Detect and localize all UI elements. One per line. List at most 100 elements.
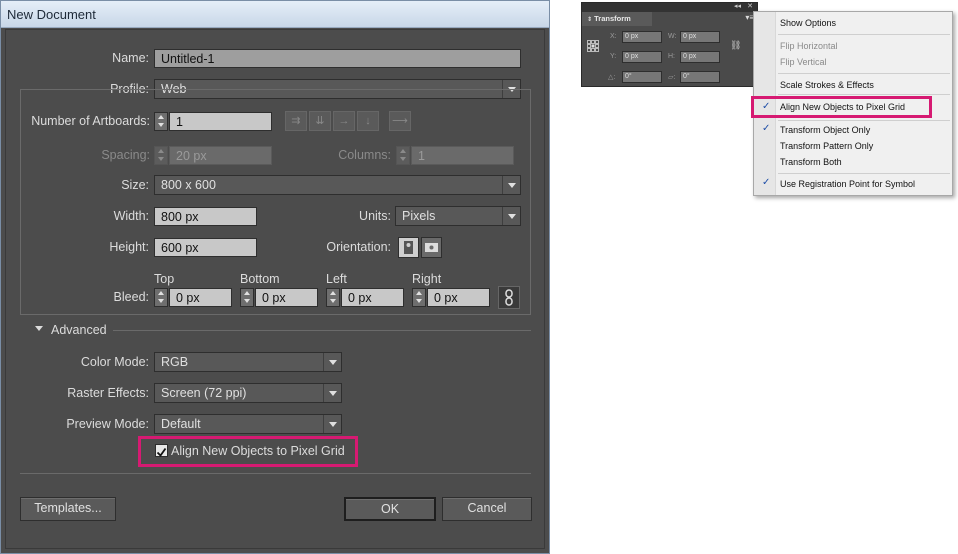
spacing-field[interactable]: 20 px <box>169 146 272 165</box>
advanced-label[interactable]: Advanced <box>51 323 107 337</box>
menu-separator <box>778 120 950 121</box>
reference-point-icon[interactable] <box>587 39 599 52</box>
bleed-bottom-field[interactable]: 0 px <box>255 288 318 307</box>
dialog-title: New Document <box>7 7 96 22</box>
x-field[interactable]: 0 px <box>622 31 662 43</box>
panel-header[interactable]: ◂◂ ✕ <box>582 3 757 12</box>
spacing-label: Spacing: <box>101 148 150 162</box>
y-label: Y: <box>610 53 617 60</box>
check-icon: ✓ <box>762 101 771 112</box>
bleed-label: Bleed: <box>113 290 149 304</box>
tab-arrows-icon: ⇕ <box>587 17 593 23</box>
name-field[interactable]: Untitled-1 <box>154 49 521 68</box>
chevron-down-icon <box>502 207 520 225</box>
menu-item-scale-strokes[interactable]: Scale Strokes & Effects <box>780 80 874 90</box>
advanced-toggle-icon[interactable] <box>35 326 43 331</box>
preview-mode-label: Preview Mode: <box>66 417 149 431</box>
color-mode-value: RGB <box>161 355 189 369</box>
close-icon[interactable]: ✕ <box>747 2 753 10</box>
w-field[interactable]: 0 px <box>680 31 720 43</box>
menu-item-show-options[interactable]: Show Options <box>780 18 836 28</box>
transform-panel-menu: Show Options Flip Horizontal Flip Vertic… <box>751 11 953 196</box>
raster-effects-dropdown[interactable]: Screen (72 ppi) <box>154 383 342 403</box>
menu-separator <box>778 94 950 95</box>
chevron-down-icon <box>323 384 341 402</box>
color-mode-dropdown[interactable]: RGB <box>154 352 342 372</box>
portrait-orientation-icon[interactable] <box>398 237 419 258</box>
rotate-icon: △: <box>608 74 616 81</box>
menu-item-align-pixel-grid[interactable]: Align New Objects to Pixel Grid <box>780 102 905 112</box>
cancel-button[interactable]: Cancel <box>442 497 532 521</box>
size-dropdown[interactable]: 800 x 600 <box>154 175 521 195</box>
templates-button[interactable]: Templates... <box>20 497 116 521</box>
w-label: W: <box>668 33 677 40</box>
bottom-divider <box>20 473 531 474</box>
bleed-right-field[interactable]: 0 px <box>427 288 490 307</box>
check-icon: ✓ <box>762 123 771 134</box>
x-label: X: <box>610 33 617 40</box>
width-label: Width: <box>113 209 149 223</box>
grid-by-row-icon[interactable]: ⇉ <box>285 111 307 131</box>
units-dropdown[interactable]: Pixels <box>395 206 521 226</box>
right-to-left-icon[interactable]: ⟶ <box>389 111 411 131</box>
chevron-down-icon <box>323 353 341 371</box>
height-label: Height: <box>109 240 149 254</box>
y-field[interactable]: 0 px <box>622 51 662 63</box>
align-pixel-grid-checkbox[interactable] <box>155 444 168 457</box>
preview-mode-dropdown[interactable]: Default <box>154 414 342 434</box>
orientation-label: Orientation: <box>326 240 391 254</box>
bleed-left-field[interactable]: 0 px <box>341 288 404 307</box>
menu-separator <box>778 73 950 74</box>
arrange-by-row-icon[interactable]: → <box>333 111 355 131</box>
title-bar[interactable]: New Document <box>1 1 549 28</box>
bleed-left-label: Left <box>326 272 347 286</box>
arrange-by-column-icon[interactable]: ↓ <box>357 111 379 131</box>
bleed-top-field[interactable]: 0 px <box>169 288 232 307</box>
constrain-proportions-icon[interactable]: ⛓ <box>730 40 741 51</box>
artboards-field[interactable]: 1 <box>169 112 272 131</box>
name-label: Name: <box>112 51 149 65</box>
menu-item-flip-vertical[interactable]: Flip Vertical <box>780 57 827 67</box>
bleed-left-stepper[interactable] <box>326 288 340 307</box>
link-bleed-icon[interactable] <box>498 286 520 309</box>
new-document-dialog: New Document Name: Untitled-1 Profile: W… <box>0 0 550 554</box>
units-value: Pixels <box>402 209 436 223</box>
preview-mode-value: Default <box>161 417 201 431</box>
bleed-top-stepper[interactable] <box>154 288 168 307</box>
menu-item-transform-pattern-only[interactable]: Transform Pattern Only <box>780 141 873 151</box>
height-field[interactable]: 600 px <box>154 238 257 257</box>
check-icon: ✓ <box>762 177 771 188</box>
chevron-down-icon <box>323 415 341 433</box>
landscape-orientation-icon[interactable] <box>421 237 442 258</box>
shear-icon: ▱: <box>668 74 676 81</box>
transform-tab[interactable]: ⇕ Transform <box>582 12 652 26</box>
columns-field[interactable]: 1 <box>411 146 514 165</box>
bleed-bottom-stepper[interactable] <box>240 288 254 307</box>
menu-item-transform-both[interactable]: Transform Both <box>780 157 842 167</box>
menu-item-flip-horizontal[interactable]: Flip Horizontal <box>780 41 838 51</box>
h-field[interactable]: 0 px <box>680 51 720 63</box>
shear-field[interactable]: 0° <box>680 71 720 83</box>
size-value: 800 x 600 <box>161 178 216 192</box>
ok-button[interactable]: OK <box>344 497 436 521</box>
transform-panel: ◂◂ ✕ ⇕ Transform ▾≡ X: 0 px Y: 0 px W: 0… <box>581 2 758 87</box>
transform-tab-label: Transform <box>594 14 631 23</box>
artboards-label: Number of Artboards: <box>31 114 150 128</box>
bleed-top-label: Top <box>154 272 175 286</box>
menu-item-use-registration-point[interactable]: Use Registration Point for Symbol <box>780 179 915 189</box>
bleed-right-stepper[interactable] <box>412 288 426 307</box>
columns-stepper[interactable] <box>396 146 410 165</box>
color-mode-label: Color Mode: <box>80 355 149 369</box>
units-label: Units: <box>359 209 391 223</box>
align-pixel-grid-label[interactable]: Align New Objects to Pixel Grid <box>171 444 345 458</box>
width-field[interactable]: 800 px <box>154 207 257 226</box>
spacing-stepper[interactable] <box>154 146 168 165</box>
raster-effects-value: Screen (72 ppi) <box>161 386 247 400</box>
artboards-stepper[interactable] <box>154 112 168 131</box>
columns-label: Columns: <box>338 148 391 162</box>
advanced-divider <box>113 330 531 331</box>
collapse-icon[interactable]: ◂◂ <box>734 2 741 10</box>
menu-item-transform-object-only[interactable]: Transform Object Only <box>780 125 870 135</box>
grid-by-column-icon[interactable]: ⇊ <box>309 111 331 131</box>
rotate-field[interactable]: 0° <box>622 71 662 83</box>
